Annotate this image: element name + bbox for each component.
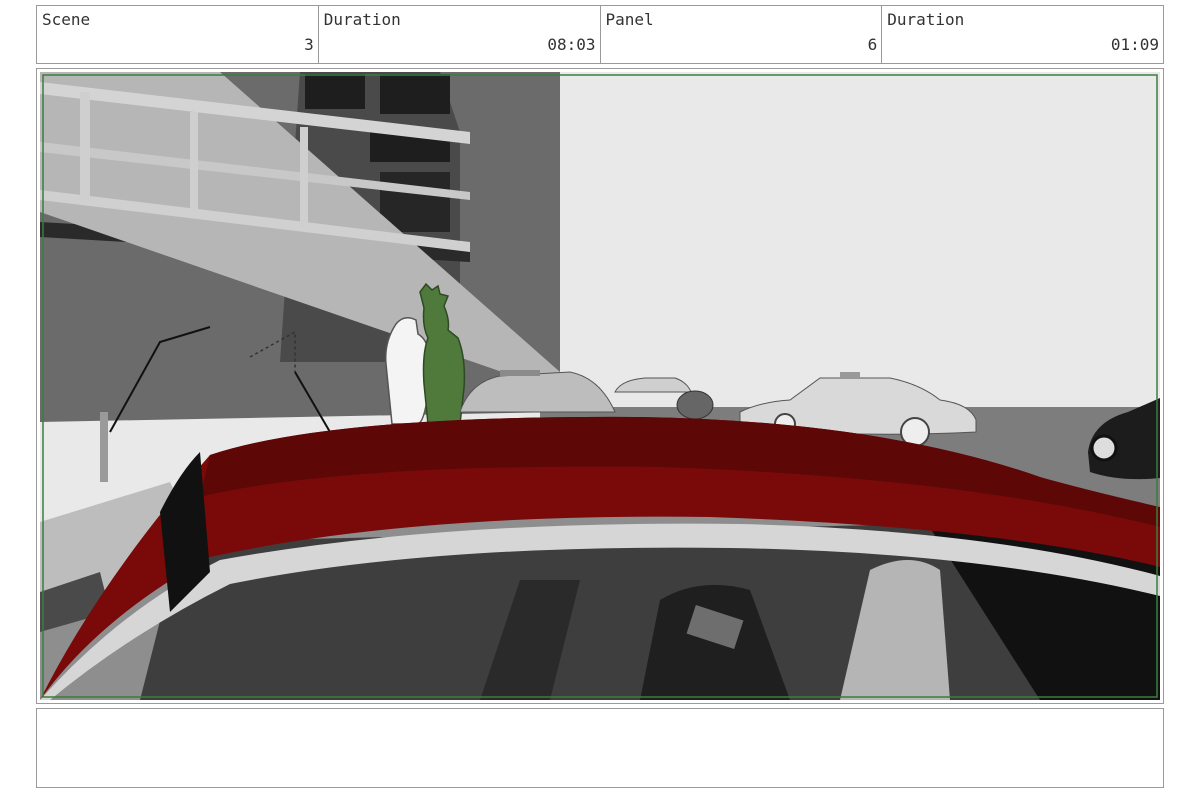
scene-duration-label: Duration (323, 10, 401, 29)
panel-cell[interactable]: Panel 6 (601, 6, 883, 63)
panel-notes-area[interactable] (36, 708, 1164, 788)
panel-info-header: Scene 3 Duration 08:03 Panel 6 Duration … (36, 5, 1164, 64)
panel-label: Panel (605, 10, 654, 29)
scene-cell[interactable]: Scene 3 (37, 6, 319, 63)
panel-duration-value: 01:09 (1110, 35, 1159, 54)
panel-number: 6 (867, 35, 878, 54)
scene-duration-value: 08:03 (547, 35, 596, 54)
storyboard-panel-frame[interactable] (36, 68, 1164, 704)
panel-duration-cell[interactable]: Duration 01:09 (882, 6, 1163, 63)
scene-duration-cell[interactable]: Duration 08:03 (319, 6, 601, 63)
scene-illustration (40, 72, 1160, 700)
scene-number: 3 (304, 35, 314, 54)
scene-label: Scene (42, 10, 91, 29)
panel-image[interactable] (40, 72, 1160, 700)
panel-duration-label: Duration (887, 10, 965, 29)
